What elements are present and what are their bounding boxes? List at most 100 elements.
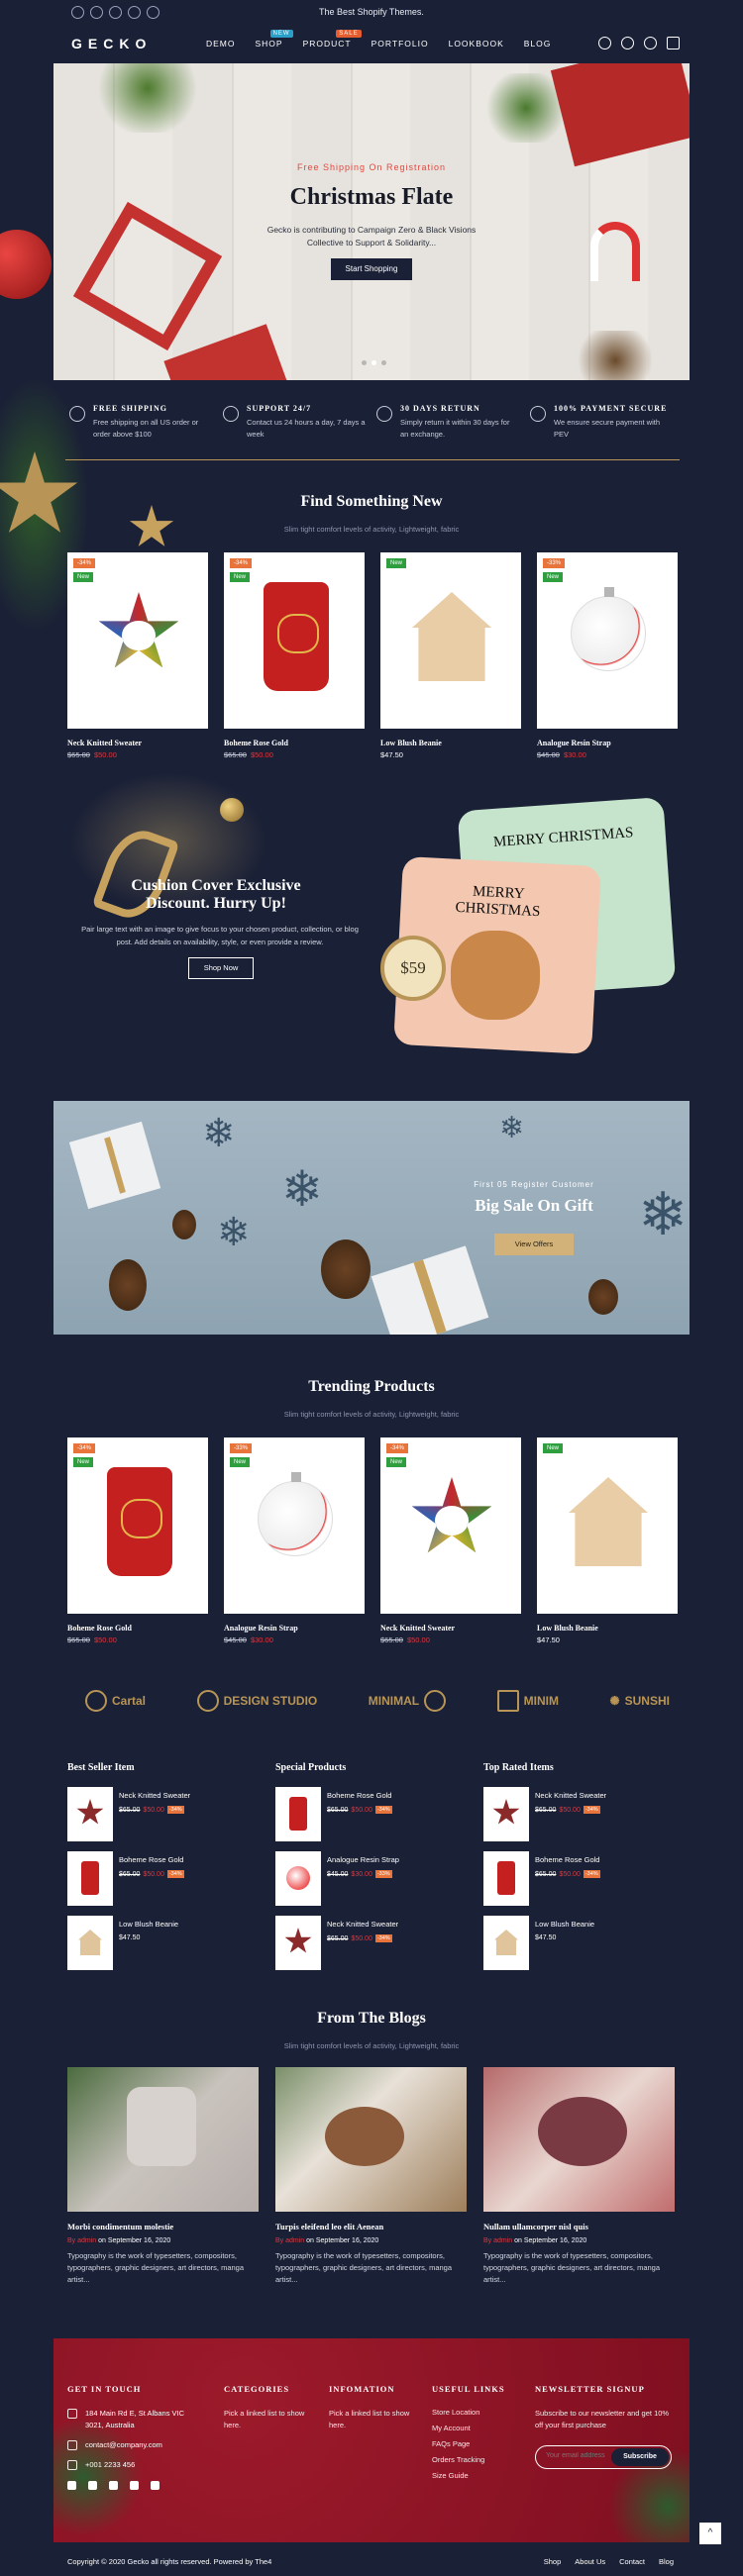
logo[interactable]: GECKO [71,36,152,51]
blog-title[interactable]: Morbi condimentum molestie [67,2222,259,2231]
nav-item-blog[interactable]: BLOG [524,39,552,49]
phone-link[interactable]: +001 2233 456 [85,2459,135,2471]
product-name[interactable]: Neck Knitted Sweater [67,739,208,747]
product-thumbnail[interactable] [67,1787,113,1841]
nav-item-demo[interactable]: DEMO [206,39,236,49]
old-price: $65.00 [119,1870,141,1878]
brand-logos: Cartal DESIGN STUDIO MINIMAL MINIM ✺ SUNS… [85,1683,670,1719]
footer-link[interactable]: My Account [432,2424,521,2432]
product-name[interactable]: Boheme Rose Gold [224,739,365,747]
email-input[interactable] [546,2452,615,2459]
email-link[interactable]: contact@company.com [85,2439,162,2451]
product-thumbnail[interactable] [67,1851,113,1906]
truck-icon [69,406,85,422]
footer-nav-about[interactable]: About Us [575,2557,605,2566]
product-thumbnail[interactable] [483,1787,529,1841]
product-name[interactable]: Neck Knitted Sweater [380,1624,521,1633]
list-item-info: Boheme Rose Gold $65.00 $50.00 -34% [119,1851,184,1906]
product-name[interactable]: Boheme Rose Gold [67,1624,208,1633]
user-icon[interactable] [621,37,634,50]
footer-nav-contact[interactable]: Contact [619,2557,645,2566]
blog-author[interactable]: By admin [67,2237,96,2244]
footer-link[interactable]: Size Guide [432,2471,521,2480]
blog-image[interactable] [275,2067,467,2212]
product-thumbnail[interactable] [275,1916,321,1970]
product-name[interactable]: Neck Knitted Sweater [119,1791,190,1800]
footer-link[interactable]: Store Location [432,2408,521,2417]
product-image[interactable]: -33% New [537,552,678,729]
blog-meta: By admin on September 16, 2020 [483,2237,675,2244]
product-name[interactable]: Low Blush Beanie [535,1920,594,1929]
product-name[interactable]: Analogue Resin Strap [327,1855,399,1864]
product-name[interactable]: Boheme Rose Gold [327,1791,392,1800]
start-shopping-button[interactable]: Start Shopping [331,258,412,280]
product-thumbnail[interactable] [483,1851,529,1906]
footer-nav-blog[interactable]: Blog [659,2557,674,2566]
product-name[interactable]: Low Blush Beanie [119,1920,178,1929]
slider-dot[interactable] [381,360,386,365]
slider-dot-active[interactable] [372,360,376,365]
brand-logo[interactable]: DESIGN STUDIO [196,1690,317,1712]
search-icon[interactable] [598,37,611,50]
product-name[interactable]: Analogue Resin Strap [537,739,678,747]
cart-icon[interactable] [667,37,680,50]
blog-title[interactable]: Turpis eleifend leo elit Aenean [275,2222,467,2231]
product-thumbnail[interactable] [275,1787,321,1841]
product-name[interactable]: Boheme Rose Gold [119,1855,184,1864]
slider-dot[interactable] [362,360,367,365]
brand-logo[interactable]: MINIM [496,1690,559,1712]
product-name[interactable]: Low Blush Beanie [380,739,521,747]
brand-mark-icon [196,1690,219,1712]
pine-decoration [93,63,202,133]
blog-image[interactable] [67,2067,259,2212]
product-image[interactable]: -34% New [67,552,208,729]
view-offers-button[interactable]: View Offers [494,1234,574,1255]
product-thumbnail[interactable] [275,1851,321,1906]
product-name[interactable]: Neck Knitted Sweater [327,1920,398,1929]
product-name[interactable]: Boheme Rose Gold [535,1855,600,1864]
blog-excerpt: Typography is the work of typesetters, c… [483,2251,661,2284]
scroll-to-top-button[interactable]: ^ [699,2523,721,2544]
facebook-icon[interactable] [67,2481,76,2490]
nav-item-product[interactable]: PRODUCT SALE [303,30,362,49]
feature-payment: 100% PAYMENT SECURE We ensure secure pay… [526,404,680,459]
footer-text: Pick a linked list to show here. [329,2409,410,2429]
product-name[interactable]: Analogue Resin Strap [224,1624,365,1633]
brand-logo[interactable]: Cartal [85,1690,146,1712]
product-image[interactable]: -34% New [224,552,365,729]
product-image[interactable]: -34% New [380,1437,521,1614]
youtube-icon[interactable] [151,2481,159,2490]
twitter-icon[interactable] [88,2481,97,2490]
nav-item-lookbook[interactable]: LOOKBOOK [449,39,504,49]
instagram-icon[interactable] [109,2481,118,2490]
product-image[interactable]: -33% New [224,1437,365,1614]
product-image[interactable]: New [537,1437,678,1614]
payment-icon [530,406,546,422]
blog-title[interactable]: Nullam ullamcorper nisl quis [483,2222,675,2231]
pinterest-icon[interactable] [130,2481,139,2490]
product-name[interactable]: Neck Knitted Sweater [535,1791,606,1800]
brand-logo[interactable]: MINIMAL [369,1690,447,1712]
blog-author[interactable]: By admin [483,2237,512,2244]
shop-now-button[interactable]: Shop Now [188,957,254,979]
product-card: -34% New Boheme Rose Gold $65.00 $50.00 [224,552,365,759]
sale-price: $30.00 [351,1870,372,1878]
header-icons [598,37,680,50]
heart-icon[interactable] [644,37,657,50]
product-image[interactable]: New [380,552,521,729]
footer-link[interactable]: Orders Tracking [432,2455,521,2464]
blog-image[interactable] [483,2067,675,2212]
footer-nav-shop[interactable]: Shop [544,2557,562,2566]
product-thumbnail[interactable] [67,1916,113,1970]
product-grid-trending: -34% New Boheme Rose Gold $65.00 $50.00 -33% N… [67,1437,678,1644]
product-thumbnail[interactable] [483,1916,529,1970]
site-header: GECKO DEMO SHOP NEW PRODUCT SALE PORTFOLIO… [53,30,690,57]
subscribe-button[interactable]: Subscribe [611,2448,669,2466]
product-image[interactable]: -34% New [67,1437,208,1614]
blog-author[interactable]: By admin [275,2237,304,2244]
nav-item-shop[interactable]: SHOP NEW [256,30,293,49]
product-name[interactable]: Low Blush Beanie [537,1624,678,1633]
nav-item-portfolio[interactable]: PORTFOLIO [372,39,429,49]
footer-link[interactable]: FAQs Page [432,2439,521,2448]
brand-logo[interactable]: ✺ SUNSHI [610,1694,670,1708]
